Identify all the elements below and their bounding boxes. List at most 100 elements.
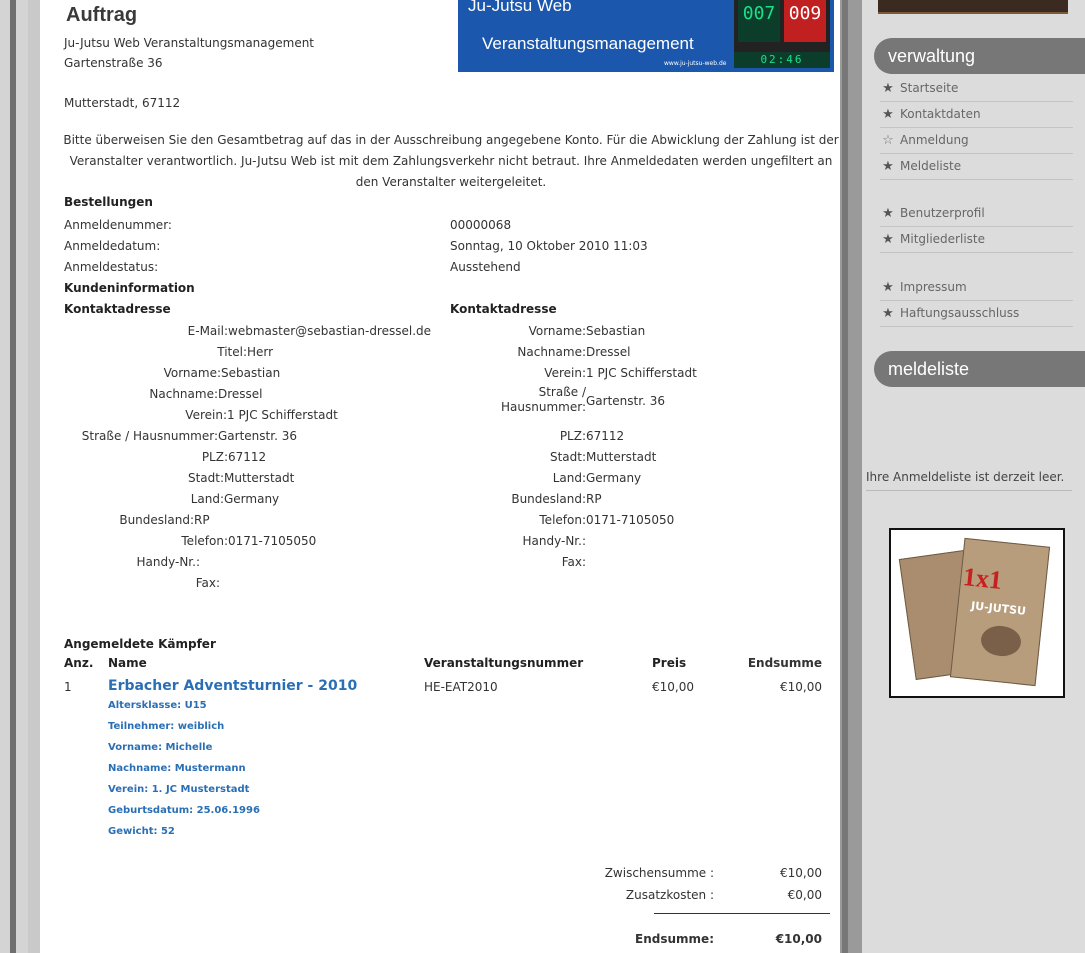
left-fax-row: Fax: — [64, 576, 220, 590]
company-city: Mutterstadt, 67112 — [64, 96, 181, 110]
book-ad-image[interactable]: 1x1 JU-JUTSU — [889, 528, 1065, 698]
sidebar-top-image — [878, 0, 1068, 14]
right-label: Straße / Hausnummer: — [450, 385, 586, 415]
left-plz-row: PLZ:67112 — [64, 450, 266, 464]
left-vorname-row: Vorname:Sebastian — [64, 366, 281, 380]
sidebar-item-startseite[interactable]: ★ Startseite — [880, 76, 1073, 102]
sidebar-item-haftungsausschluss[interactable]: ★ Haftungsausschluss — [880, 301, 1073, 327]
sidebar-item-label: Meldeliste — [900, 159, 962, 173]
left-label: PLZ: — [201, 450, 228, 464]
left-verein-row: Verein:1 PJC Schifferstadt — [64, 408, 338, 422]
item-nummer: HE-EAT2010 — [424, 680, 498, 694]
gutter-bar — [28, 0, 40, 953]
label-anmeldedatum: Anmeldedatum: — [64, 239, 161, 253]
sidebar-item-benutzerprofil[interactable]: ★ Benutzerprofil — [880, 201, 1073, 227]
sidebar-heading-meldeliste: meldeliste — [874, 351, 1085, 387]
sidebar-item-kontaktdaten[interactable]: ★ Kontaktdaten — [880, 102, 1073, 128]
right-handy-row: Handy-Nr.: — [450, 534, 587, 548]
right-value: Dressel — [586, 345, 631, 359]
banner-title: Ju-Jutsu Web — [468, 0, 572, 15]
zusatzkosten-value: €0,00 — [787, 888, 822, 902]
left-telefon-row: Telefon:0171-7105050 — [64, 534, 316, 548]
totals-divider — [654, 913, 830, 914]
left-value: 0171-7105050 — [228, 534, 317, 548]
banner-url: www.ju-jutsu-web.de — [664, 60, 727, 67]
endsumme-value: €10,00 — [775, 932, 822, 946]
star-icon: ★ — [882, 306, 894, 321]
detail-verein: Verein: 1. JC Musterstadt — [108, 784, 250, 795]
score-right: 009 — [784, 0, 826, 42]
sidebar: verwaltung ★ Startseite ★ Kontaktdaten ☆ An… — [862, 0, 1085, 953]
value-anmeldestatus: Ausstehend — [450, 260, 521, 274]
detail-vorname: Vorname: Michelle — [108, 742, 213, 753]
header-banner: Ju-Jutsu Web Veranstaltungsmanagement ww… — [458, 0, 834, 72]
sidebar-item-label: Impressum — [900, 280, 967, 294]
section-kaempfer: Angemeldete Kämpfer — [64, 637, 216, 651]
section-bestellungen: Bestellungen — [64, 195, 153, 209]
right-strasse-row: Straße / Hausnummer:Gartenstr. 36 — [450, 385, 665, 415]
star-icon: ★ — [882, 206, 894, 221]
detail-teilnehmer: Teilnehmer: weiblich — [108, 721, 225, 732]
right-value: Gartenstr. 36 — [586, 394, 665, 408]
right-vorname-row: Vorname:Sebastian — [450, 324, 646, 338]
sidebar-item-meldeliste[interactable]: ★ Meldeliste — [880, 154, 1073, 180]
left-value: 67112 — [228, 450, 267, 464]
right-nachname-row: Nachname:Dressel — [450, 345, 631, 359]
detail-geburtsdatum: Geburtsdatum: 25.06.1996 — [108, 805, 260, 816]
detail-altersklasse: Altersklasse: U15 — [108, 700, 207, 711]
right-plz-row: PLZ:67112 — [450, 429, 624, 443]
left-strasse-row: Straße / Hausnummer:Gartenstr. 36 — [64, 429, 297, 443]
sidebar-item-anmeldung[interactable]: ☆ Anmeldung — [880, 128, 1073, 154]
right-label: Nachname: — [517, 345, 586, 359]
sidebar-heading-verwaltung: verwaltung — [874, 38, 1085, 74]
col-name: Name — [108, 656, 147, 670]
left-label: Telefon: — [181, 534, 228, 548]
star-icon: ★ — [882, 81, 894, 96]
detail-nachname: Nachname: Mustermann — [108, 763, 246, 774]
right-value: Germany — [586, 471, 642, 485]
right-label: Stadt: — [549, 450, 586, 464]
value-anmeldedatum: Sonntag, 10 Oktober 2010 11:03 — [450, 239, 648, 253]
star-icon: ★ — [882, 159, 894, 174]
sidebar-item-impressum[interactable]: ★ Impressum — [880, 275, 1073, 301]
right-label: Bundesland: — [511, 492, 586, 506]
item-preis: €10,00 — [652, 680, 694, 694]
left-value: Sebastian — [221, 366, 281, 380]
right-value: Sebastian — [586, 324, 646, 338]
left-email-row: E-Mail:webmaster@sebastian-dressel.de — [64, 324, 431, 338]
company-street: Gartenstraße 36 — [64, 56, 163, 70]
left-label: Land: — [190, 492, 224, 506]
label-anmeldenummer: Anmeldenummer: — [64, 218, 172, 232]
zwischensumme-label: Zwischensumme : — [604, 866, 714, 880]
col-veranstaltungsnummer: Veranstaltungsnummer — [424, 656, 584, 670]
col-anz: Anz. — [64, 656, 94, 670]
score-left: 007 — [738, 0, 780, 42]
star-icon: ★ — [882, 107, 894, 122]
item-anz: 1 — [64, 680, 72, 694]
right-stadt-row: Stadt:Mutterstadt — [450, 450, 656, 464]
left-label: Nachname: — [149, 387, 218, 401]
sidebar-item-mitgliederliste[interactable]: ★ Mitgliederliste — [880, 227, 1073, 253]
event-link[interactable]: Erbacher Adventsturnier - 2010 — [108, 678, 357, 694]
company-name: Ju-Jutsu Web Veranstaltungsmanagement — [64, 36, 315, 50]
book-title: 1x1 — [961, 562, 1004, 595]
right-bundesland-row: Bundesland:RP — [450, 492, 602, 506]
scoreboard-image: 007 009 02:46 — [734, 0, 830, 68]
banner-subtitle: Veranstaltungsmanagement — [482, 34, 694, 53]
left-value: 1 PJC Schifferstadt — [227, 408, 338, 422]
right-value: RP — [586, 492, 602, 506]
right-value: 67112 — [586, 429, 625, 443]
left-label: Straße / Hausnummer: — [81, 429, 218, 443]
col-preis: Preis — [652, 656, 687, 670]
left-handy-row: Handy-Nr.: — [64, 555, 201, 569]
label-anmeldestatus: Anmeldestatus: — [64, 260, 159, 274]
left-nachname-row: Nachname:Dressel — [64, 387, 262, 401]
left-label: Handy-Nr.: — [136, 555, 201, 569]
right-value: Mutterstadt — [586, 450, 657, 464]
gutter-bar — [10, 0, 16, 953]
right-telefon-row: Telefon:0171-7105050 — [450, 513, 674, 527]
sidebar-item-label: Anmeldung — [900, 133, 969, 147]
sidebar-item-label: Benutzerprofil — [900, 206, 985, 220]
right-label: Fax: — [561, 555, 586, 569]
star-outline-icon: ☆ — [882, 133, 894, 148]
